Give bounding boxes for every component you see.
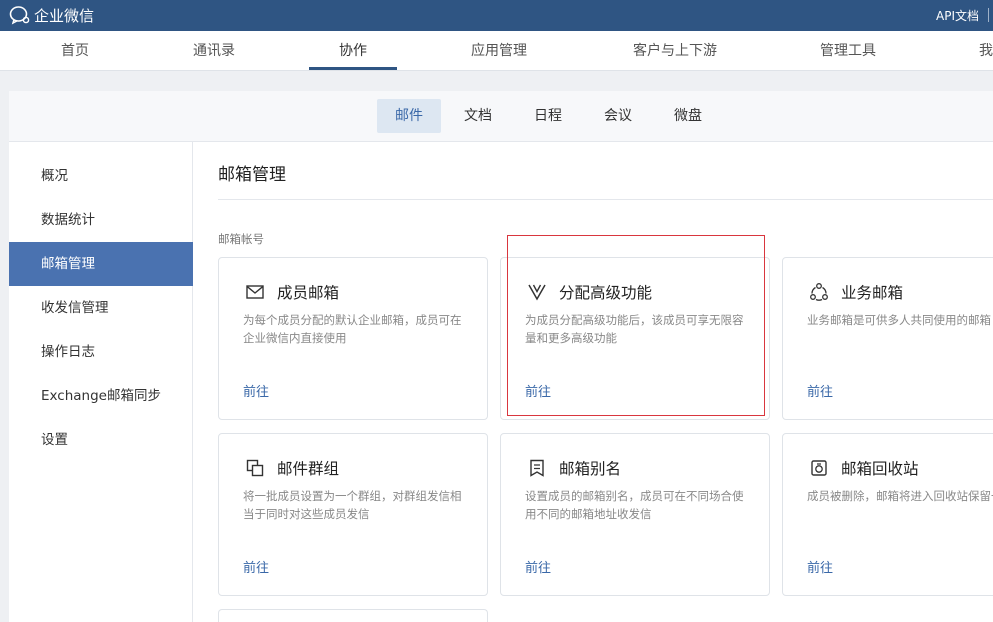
nav-me[interactable]: 我 xyxy=(978,31,993,71)
nav-customers[interactable]: 客户与上下游 xyxy=(620,31,730,71)
card-title: 成员邮箱 xyxy=(277,284,340,302)
card-business-mailbox[interactable]: 业务邮箱 业务邮箱是可供多人共同使用的邮箱 前往 xyxy=(782,257,993,420)
tab-meeting[interactable]: 会议 xyxy=(591,99,645,133)
card-advanced-features[interactable]: 分配高级功能 为成员分配高级功能后，该成员可享无限容量和更多高级功能 前往 xyxy=(500,257,770,420)
app-brand[interactable]: 企业微信 xyxy=(9,5,94,25)
card-title: 邮件群组 xyxy=(277,460,340,478)
topbar-divider xyxy=(988,8,989,22)
card-go-link[interactable]: 前往 xyxy=(525,381,551,400)
shared-circle-icon xyxy=(810,283,828,301)
v-badge-icon xyxy=(528,284,546,301)
main-content: 邮箱管理 邮箱帐号 成员邮箱 为每个成员分配的默认企业邮箱，成员可在企业微信内直… xyxy=(194,142,993,622)
card-description: 成员被删除，邮箱将进入回收站保留一段时间，管理员可以对邮箱再处理 xyxy=(807,489,993,503)
sidebar-item-exchange-sync[interactable]: Exchange邮箱同步 xyxy=(9,374,193,418)
card-go-link[interactable]: 前往 xyxy=(243,381,269,400)
card-title: 业务邮箱 xyxy=(841,284,904,302)
tab-drive[interactable]: 微盘 xyxy=(661,99,715,133)
sidebar-item-overview[interactable]: 概况 xyxy=(9,154,193,198)
card-member-mailbox[interactable]: 成员邮箱 为每个成员分配的默认企业邮箱，成员可在企业微信内直接使用 前往 xyxy=(218,257,488,420)
recycle-bin-icon xyxy=(811,460,827,476)
content-panel: 邮件 文档 日程 会议 微盘 概况 数据统计 邮箱管理 收发信管理 操作日志 E… xyxy=(9,91,993,622)
tab-docs[interactable]: 文档 xyxy=(451,99,505,133)
sidebar-item-operation-log[interactable]: 操作日志 xyxy=(9,330,193,374)
card-mail-recycle-bin[interactable]: 邮箱回收站 成员被删除，邮箱将进入回收站保留一段时间，管理员可以对邮箱再处理 前… xyxy=(782,433,993,596)
main-nav: 首页 通讯录 协作 应用管理 客户与上下游 管理工具 我 xyxy=(0,31,993,71)
envelope-icon xyxy=(246,285,264,299)
card-description: 业务邮箱是可供多人共同使用的邮箱 xyxy=(807,313,991,327)
mail-sub-nav: 邮件 文档 日程 会议 微盘 xyxy=(9,91,993,142)
top-bar: 企业微信 API文档 xyxy=(0,0,993,31)
sidebar-item-settings[interactable]: 设置 xyxy=(9,418,193,462)
wecom-logo-icon xyxy=(9,6,30,25)
card-description: 为每个成员分配的默认企业邮箱，成员可在企业微信内直接使用 xyxy=(243,313,462,345)
group-icon xyxy=(246,459,264,477)
card-mail-alias[interactable]: 邮箱别名 设置成员的邮箱别名，成员可在不同场合使用不同的邮箱地址收发信 前往 xyxy=(500,433,770,596)
api-docs-link[interactable]: API文档 xyxy=(936,7,979,24)
alias-icon xyxy=(530,459,544,477)
card-title: 分配高级功能 xyxy=(559,284,653,302)
card-go-link[interactable]: 前往 xyxy=(525,557,551,576)
app-title: 企业微信 xyxy=(34,6,95,25)
sidebar: 概况 数据统计 邮箱管理 收发信管理 操作日志 Exchange邮箱同步 设置 xyxy=(9,142,193,622)
nav-collaboration[interactable]: 协作 xyxy=(309,31,397,71)
sidebar-item-statistics[interactable]: 数据统计 xyxy=(9,198,193,242)
sidebar-item-mailbox-management[interactable]: 邮箱管理 xyxy=(9,242,193,286)
nav-contacts[interactable]: 通讯录 xyxy=(174,31,254,71)
card-next-row-partial[interactable] xyxy=(218,609,488,622)
card-title: 邮箱别名 xyxy=(559,460,622,478)
card-go-link[interactable]: 前往 xyxy=(807,381,833,400)
nav-tools[interactable]: 管理工具 xyxy=(808,31,888,71)
tab-mail[interactable]: 邮件 xyxy=(377,99,441,133)
card-description: 为成员分配高级功能后，该成员可享无限容量和更多高级功能 xyxy=(525,313,744,345)
tab-schedule[interactable]: 日程 xyxy=(521,99,575,133)
nav-home[interactable]: 首页 xyxy=(40,31,110,71)
card-description: 设置成员的邮箱别名，成员可在不同场合使用不同的邮箱地址收发信 xyxy=(525,489,744,521)
title-divider xyxy=(218,199,993,200)
card-mail-group[interactable]: 邮件群组 将一批成员设置为一个群组，对群组发信相当于同时对这些成员发信 前往 xyxy=(218,433,488,596)
nav-active-underline xyxy=(309,67,397,70)
section-label: 邮箱帐号 xyxy=(218,232,264,246)
sidebar-item-send-receive[interactable]: 收发信管理 xyxy=(9,286,193,330)
page-title: 邮箱管理 xyxy=(218,165,286,185)
card-go-link[interactable]: 前往 xyxy=(243,557,269,576)
nav-app-management[interactable]: 应用管理 xyxy=(459,31,539,71)
card-title: 邮箱回收站 xyxy=(841,460,919,478)
card-description: 将一批成员设置为一个群组，对群组发信相当于同时对这些成员发信 xyxy=(243,489,462,521)
card-go-link[interactable]: 前往 xyxy=(807,557,833,576)
